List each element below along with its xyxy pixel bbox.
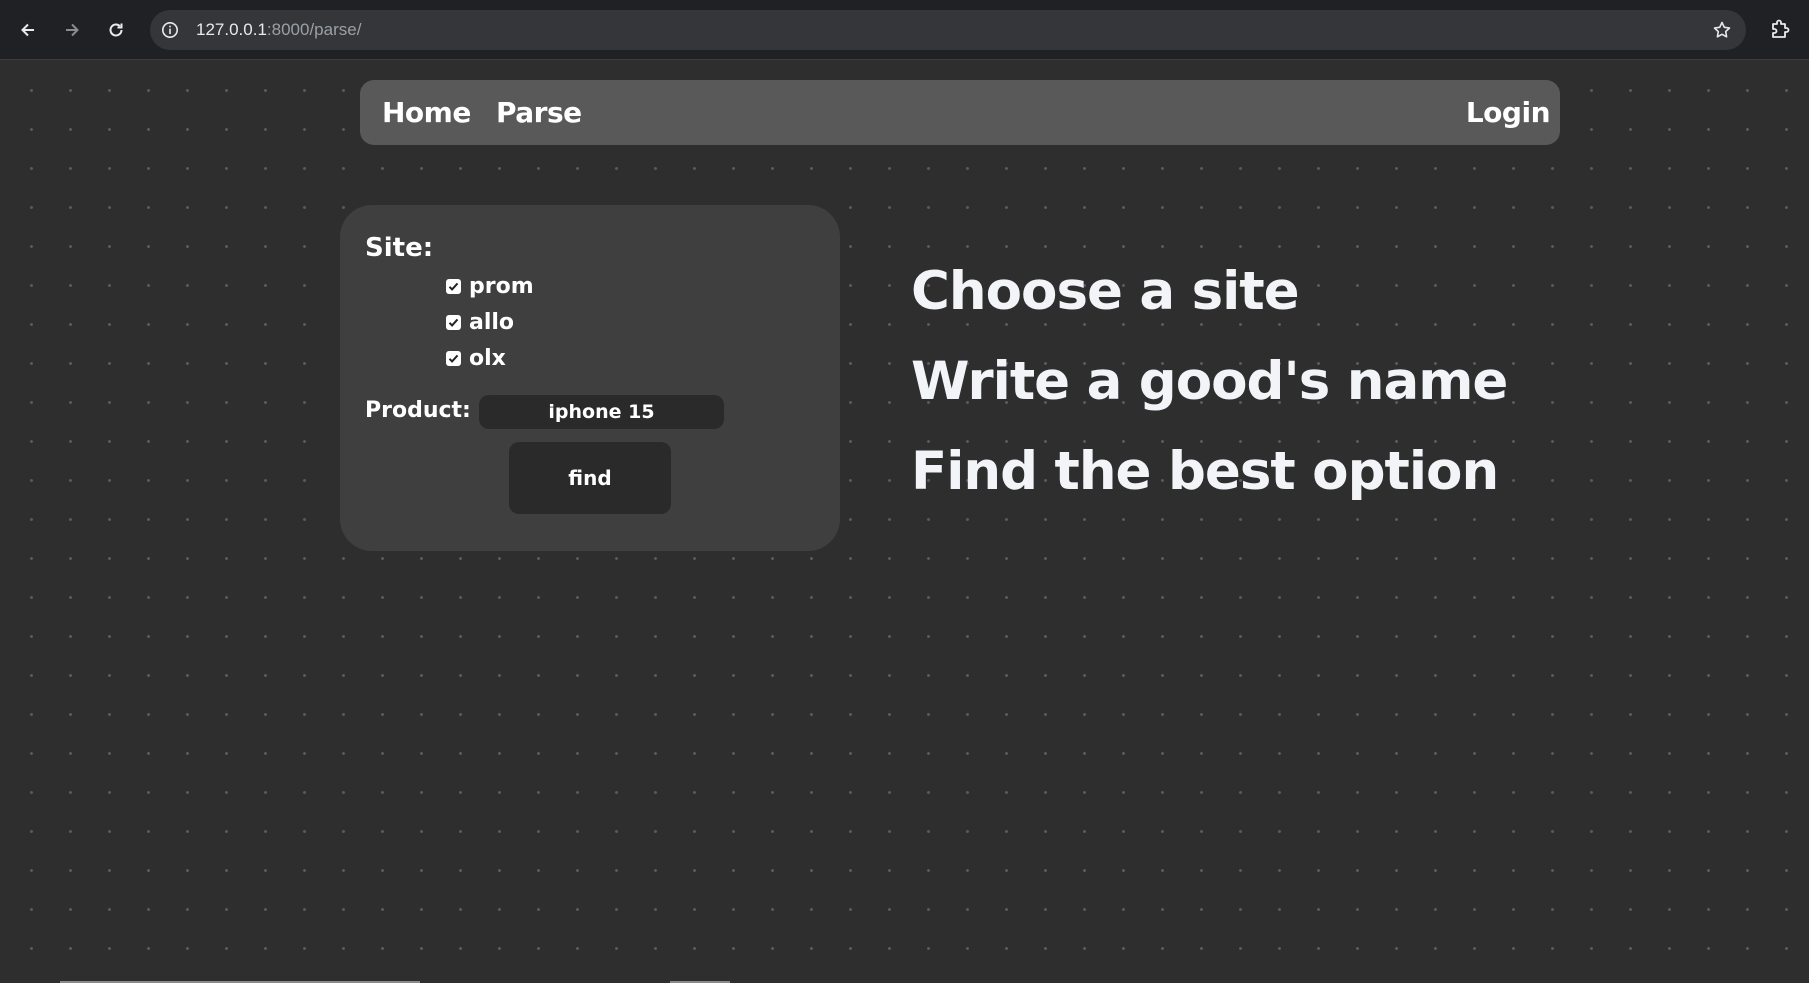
arrow-right-icon [66,23,79,37]
reload-icon [109,23,123,37]
site-info-icon[interactable] [160,20,180,40]
back-button[interactable] [12,14,44,46]
page-background: Home Parse Login Site: prom allo olx Pro… [0,61,1809,983]
checkmark-icon [448,354,459,363]
address-bar[interactable]: 127.0.0.1:8000/parse/ [150,10,1746,50]
bookmark-star-icon[interactable] [1712,20,1732,40]
extensions-icon[interactable] [1768,18,1792,42]
forward-button[interactable] [56,14,88,46]
nav-parse-link[interactable]: Parse [496,80,582,145]
reload-button[interactable] [100,14,132,46]
checkmark-icon [448,282,459,291]
top-navigation-bar: Home Parse Login [360,80,1560,145]
allo-label: allo [469,309,515,335]
nav-home-link[interactable]: Home [382,80,471,145]
browser-toolbar: 127.0.0.1:8000/parse/ [0,0,1809,60]
tagline-find-best: Find the best option [911,441,1499,502]
prom-label: prom [469,273,534,299]
site-option-prom[interactable]: prom [446,271,534,301]
site-option-allo[interactable]: allo [446,307,514,337]
tagline-write-name: Write a good's name [911,351,1508,412]
url-path: :8000/parse/ [266,20,362,39]
product-input[interactable] [479,395,724,429]
tagline-choose-site: Choose a site [911,261,1300,322]
find-button[interactable]: find [509,442,671,514]
olx-label: olx [469,345,506,371]
search-form-card: Site: prom allo olx Product: find [340,205,840,551]
site-option-olx[interactable]: olx [446,343,506,373]
nav-login-link[interactable]: Login [1466,80,1551,145]
product-label: Product: [365,398,471,423]
url-text: 127.0.0.1:8000/parse/ [196,10,361,50]
arrow-left-icon [21,23,34,37]
checkmark-icon [448,318,459,327]
site-label: Site: [365,233,434,263]
prom-checkbox[interactable] [446,278,461,294]
taglines: Choose a site Write a good's name Find t… [911,247,1508,517]
url-host: 127.0.0.1 [196,20,267,39]
allo-checkbox[interactable] [446,314,461,330]
olx-checkbox[interactable] [446,350,461,366]
